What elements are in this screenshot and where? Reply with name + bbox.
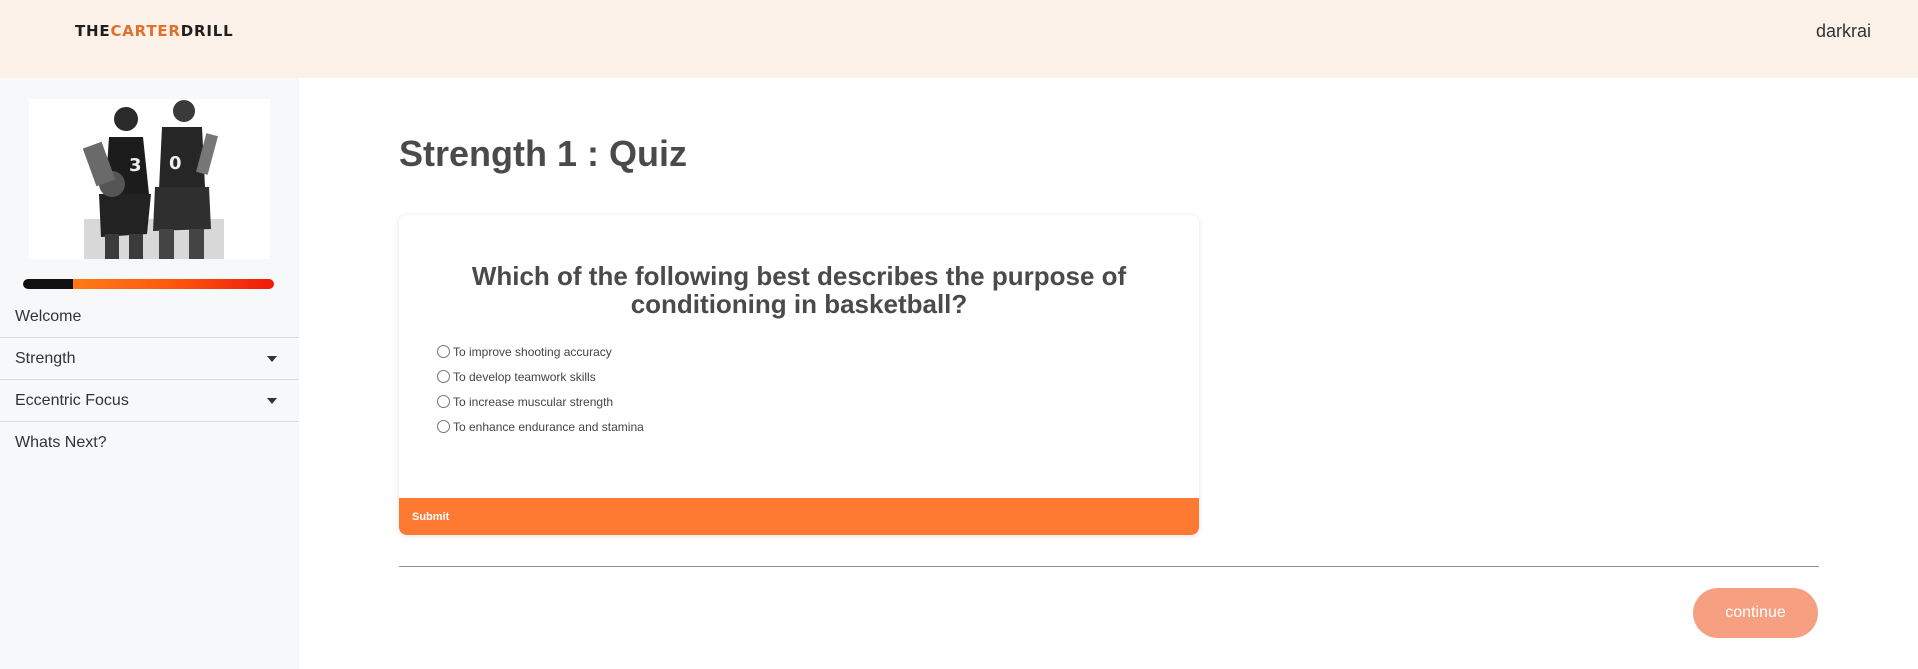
quiz-option-label: To improve shooting accuracy [453, 344, 612, 359]
quiz-option-label: To increase muscular strength [453, 394, 614, 409]
quiz-option-radio[interactable] [437, 395, 450, 408]
sidebar-nav: Welcome Strength Eccentric Focus Whats N… [0, 296, 299, 464]
submit-button[interactable]: Submit [399, 498, 1199, 535]
top-header: THE CARTER DRILL darkrai [0, 0, 1918, 78]
sidebar-item-label: Whats Next? [15, 434, 107, 451]
quiz-option-radio[interactable] [437, 420, 450, 433]
sidebar-item-whats-next[interactable]: Whats Next? [0, 422, 299, 464]
page-title: Strength 1 : Quiz [399, 133, 687, 174]
caret-down-icon[interactable] [267, 355, 277, 362]
logo-part-carter: CARTER [110, 22, 181, 40]
quiz-question: Which of the following best describes th… [471, 261, 1127, 319]
sidebar-item-welcome[interactable]: Welcome [0, 296, 299, 338]
sidebar-item-strength[interactable]: Strength [0, 338, 299, 380]
quiz-option[interactable]: To increase muscular strength [437, 389, 644, 414]
quiz-options: To improve shooting accuracy To develop … [437, 339, 644, 439]
sidebar-item-label: Welcome [15, 307, 82, 325]
continue-button[interactable]: continue [1693, 588, 1818, 638]
logo-part-the: THE [75, 22, 111, 40]
quiz-option-radio[interactable] [437, 370, 450, 383]
course-progress-bar [23, 279, 274, 289]
quiz-card: Which of the following best describes th… [399, 215, 1199, 535]
quiz-option-label: To develop teamwork skills [453, 369, 596, 384]
svg-text:0: 0 [169, 153, 182, 174]
quiz-option[interactable]: To improve shooting accuracy [437, 339, 644, 364]
course-image: 3 0 [29, 99, 270, 259]
quiz-option-label: To enhance endurance and stamina [453, 419, 644, 434]
caret-down-icon[interactable] [267, 397, 277, 404]
svg-text:3: 3 [129, 155, 142, 176]
section-divider [399, 566, 1819, 567]
quiz-option-radio[interactable] [437, 345, 450, 358]
sidebar-item-label: Strength [15, 349, 76, 367]
brand-logo[interactable]: THE CARTER DRILL [75, 22, 233, 40]
quiz-option[interactable]: To develop teamwork skills [437, 364, 644, 389]
sidebar-item-eccentric-focus[interactable]: Eccentric Focus [0, 380, 299, 422]
course-progress-fill [23, 279, 74, 289]
logo-part-drill: DRILL [180, 22, 234, 40]
sidebar: 3 0 Welcome Strength Eccentric Focus Wha… [0, 78, 299, 669]
quiz-option[interactable]: To enhance endurance and stamina [437, 414, 644, 439]
username[interactable]: darkrai [1816, 21, 1871, 42]
sidebar-item-label: Eccentric Focus [15, 391, 129, 409]
